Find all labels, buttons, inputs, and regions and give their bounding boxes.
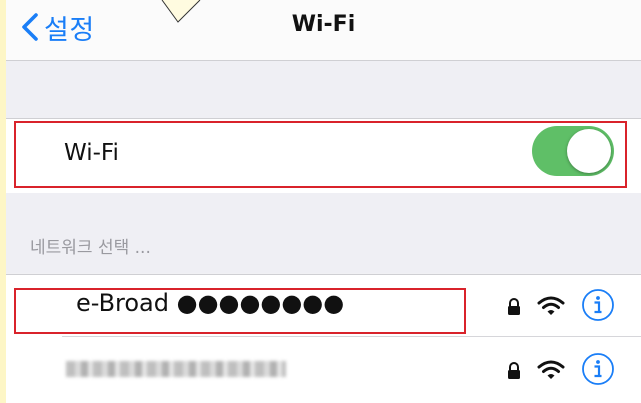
wifi-signal-icon: [537, 296, 565, 315]
navigation-bar: 설정 Wi-Fi: [6, 0, 641, 61]
highlight-box-wifi: [14, 121, 627, 188]
network-row[interactable]: [6, 337, 641, 403]
info-icon[interactable]: [581, 352, 615, 386]
lock-icon: [508, 298, 520, 315]
callout-pointer: [161, 0, 201, 23]
network-section-header: 네트워크 선택 ...: [30, 238, 151, 258]
lock-icon: [508, 362, 520, 379]
highlight-box-network: [14, 288, 466, 334]
obscured-network-name: [66, 361, 286, 377]
wifi-signal-icon: [537, 360, 565, 379]
section-spacer: [6, 61, 641, 118]
info-icon[interactable]: [581, 288, 615, 322]
page-title: Wi-Fi: [291, 12, 356, 37]
